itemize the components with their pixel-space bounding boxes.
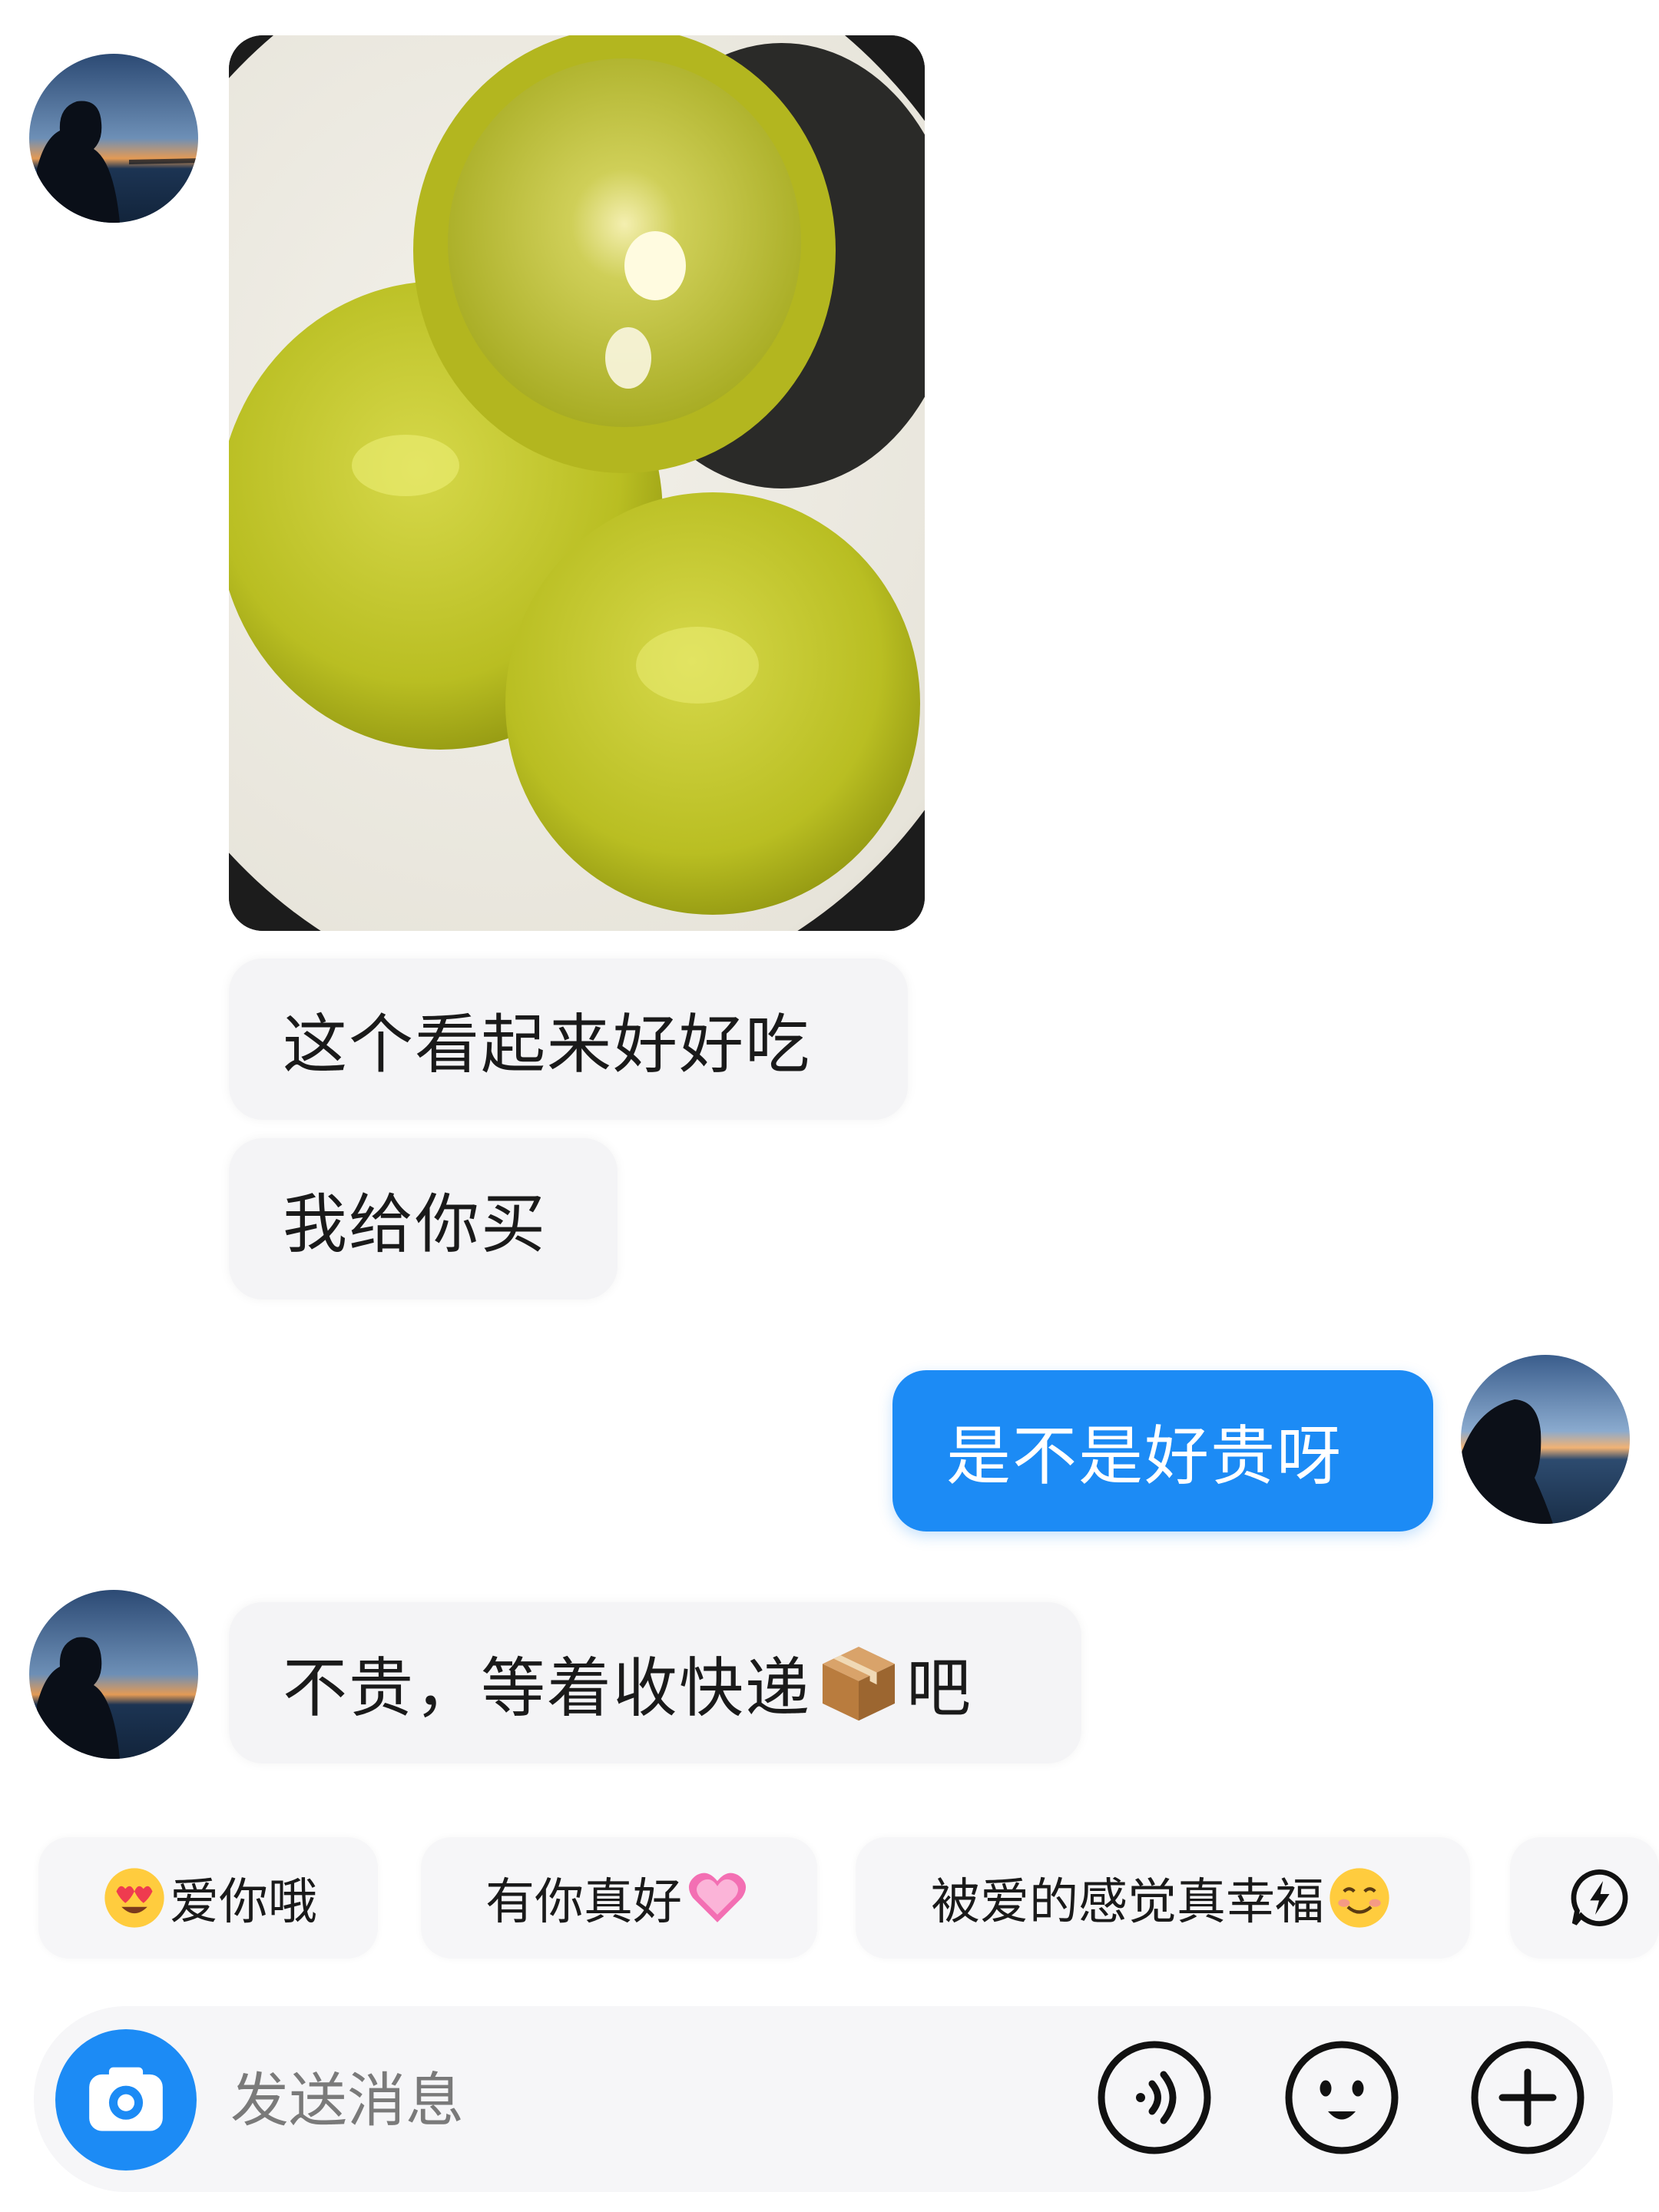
- lightning-bubble-icon: [1567, 1866, 1631, 1930]
- message-text: 这个看起来好好吃: [283, 1006, 812, 1082]
- smiling-face-emoji-icon: [1327, 1866, 1392, 1930]
- girl-seaside-avatar-image: [1461, 1355, 1630, 1524]
- camera-icon: [55, 2029, 197, 2171]
- peeled-kiwi-bowl-image: [229, 35, 925, 931]
- emoji-button[interactable]: [1284, 2040, 1399, 2155]
- message-bubble-outgoing[interactable]: 是不是好贵呀: [892, 1370, 1433, 1532]
- contact-avatar[interactable]: [29, 1590, 198, 1759]
- message-text: 是不是好贵呀: [946, 1418, 1343, 1494]
- message-bubble-incoming[interactable]: 这个看起来好好吃: [229, 959, 908, 1120]
- quick-reply-love-you[interactable]: 爱你哦: [38, 1837, 378, 1959]
- voice-button[interactable]: [1097, 2040, 1212, 2155]
- message-text-suffix: 吧: [906, 1650, 973, 1726]
- sunset-avatar-image: [29, 54, 198, 223]
- message-bubble-incoming[interactable]: 我给你买: [229, 1138, 618, 1300]
- camera-button[interactable]: [55, 2029, 197, 2171]
- voice-icon: [1098, 2041, 1211, 2154]
- sunset-avatar-image: [29, 1590, 198, 1759]
- heart-eyes-emoji-icon: [102, 1866, 167, 1930]
- plus-icon: [1471, 2041, 1584, 2154]
- quick-reply-text: 爱你哦: [170, 1874, 317, 1931]
- contact-avatar[interactable]: [29, 54, 198, 223]
- message-text: 我给你买: [283, 1186, 548, 1262]
- quick-reply-more[interactable]: [1510, 1837, 1659, 1959]
- quick-reply-glad-to-have-you[interactable]: 有你真好: [421, 1837, 817, 1959]
- quick-reply-text: 被爱的感觉真幸福: [931, 1874, 1324, 1931]
- emoji-icon: [1285, 2041, 1399, 2154]
- pink-heart-emoji-icon: [685, 1866, 750, 1930]
- kiwi-photo-message[interactable]: [229, 35, 925, 931]
- my-avatar[interactable]: [1461, 1355, 1630, 1524]
- message-text: 不贵，等着收快递: [283, 1650, 812, 1726]
- message-bubble-incoming[interactable]: 不贵，等着收快递 吧: [229, 1602, 1081, 1763]
- plus-button[interactable]: [1470, 2040, 1585, 2155]
- quick-reply-text: 有你真好: [485, 1874, 682, 1931]
- package-emoji-icon: [816, 1640, 902, 1726]
- quick-reply-feel-loved[interactable]: 被爱的感觉真幸福: [856, 1837, 1470, 1959]
- message-input[interactable]: 发送消息: [230, 2051, 464, 2151]
